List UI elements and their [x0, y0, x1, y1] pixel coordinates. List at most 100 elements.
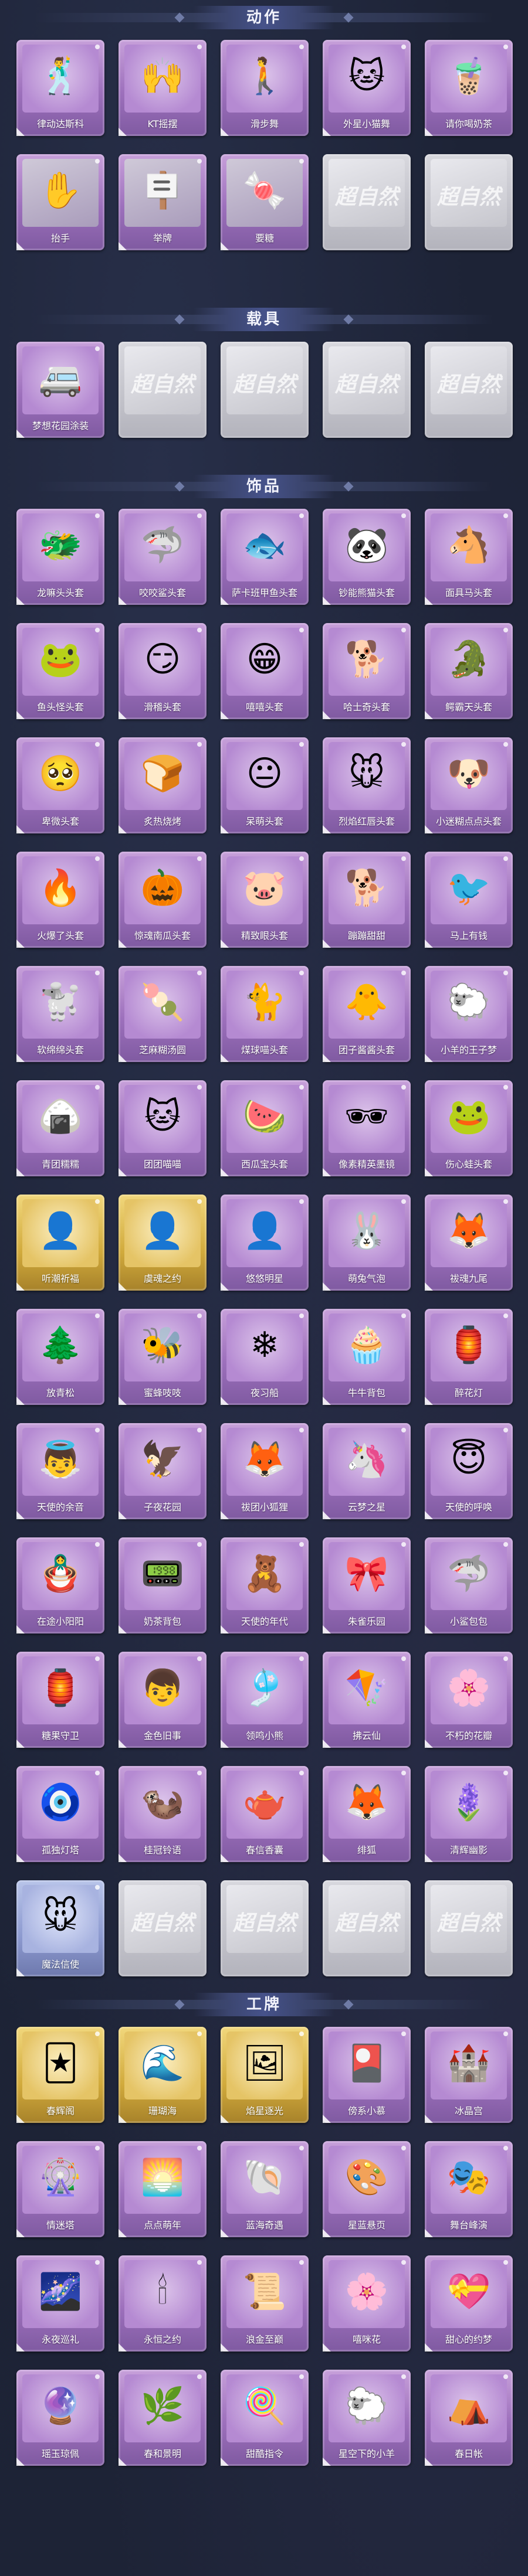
item-card[interactable]: 👤 虞魂之约 [119, 1195, 207, 1291]
item-card[interactable]: 🥺 卑微头套 [16, 737, 104, 833]
item-card[interactable]: ✋ 抬手 [16, 154, 104, 250]
item-card[interactable]: 🐑 小羊的王子梦 [425, 966, 513, 1062]
item-card[interactable]: 😏 滑稽头套 [119, 623, 207, 719]
item-card[interactable]: 🐰 萌兔气泡 [323, 1195, 411, 1291]
item-card[interactable]: 🧁 牛牛背包 [323, 1309, 411, 1405]
item-card[interactable]: 🎐 领鸣小熊 [221, 1652, 309, 1748]
item-card[interactable]: 🧸 天使的年代 [221, 1537, 309, 1634]
item-card[interactable]: 🌌 永夜巡礼 [16, 2255, 104, 2352]
item-card[interactable]: 🎡 情迷塔 [16, 2141, 104, 2237]
item-card[interactable]: 🦊 祓魂九尾 [425, 1195, 513, 1291]
item-card[interactable]: 🚶 滑步舞 [221, 40, 309, 136]
item-card[interactable]: 🎃 惊魂南瓜头套 [119, 852, 207, 948]
item-card[interactable]: 🐥 团子酱酱头套 [323, 966, 411, 1062]
empty-slot-card[interactable]: 超自然 [425, 154, 513, 250]
item-card[interactable]: 🌸 嘻咪花 [323, 2255, 411, 2352]
item-card[interactable]: 🚐 梦想花园涂装 [16, 342, 104, 438]
item-card[interactable]: 🔥 火爆了头套 [16, 852, 104, 948]
item-card[interactable]: 🐲 龙嘛头头套 [16, 509, 104, 605]
item-card[interactable]: 🏮 糖果守卫 [16, 1652, 104, 1748]
item-card[interactable]: 💝 甜心的约梦 [425, 2255, 513, 2352]
empty-slot-card[interactable]: 超自然 [323, 342, 411, 438]
item-card[interactable]: 🦈 咬咬鲨头套 [119, 509, 207, 605]
empty-slot-card[interactable]: 超自然 [323, 1880, 411, 1976]
item-card[interactable]: 🎴 傍系小慕 [323, 2027, 411, 2123]
item-card[interactable]: 😁 嘻嘻头套 [221, 623, 309, 719]
item-card[interactable]: 🐱 团团喵喵 [119, 1080, 207, 1176]
item-card[interactable]: 🐶 小迷糊点点头套 [425, 737, 513, 833]
item-card[interactable]: 🪧 举牌 [119, 154, 207, 250]
item-card[interactable]: 🐱 外星小猫舞 [323, 40, 411, 136]
item-card[interactable]: 🐕 哈士奇头套 [323, 623, 411, 719]
item-card[interactable]: 🐚 蓝海奇遇 [221, 2141, 309, 2237]
empty-slot-card[interactable]: 超自然 [425, 1880, 513, 1976]
item-card[interactable]: 🪆 在途小阳阳 [16, 1537, 104, 1634]
item-card[interactable]: 🎀 朱雀乐园 [323, 1537, 411, 1634]
item-card[interactable]: 🍞 炙热烧烤 [119, 737, 207, 833]
item-card[interactable]: 🐑 星空下的小羊 [323, 2370, 411, 2466]
item-card[interactable]: 🧿 孤独灯塔 [16, 1766, 104, 1862]
item-card[interactable]: 🙌 KT摇摆 [119, 40, 207, 136]
item-card[interactable]: 🐼 钞能熊猫头套 [323, 509, 411, 605]
item-card[interactable]: 🦅 子夜花园 [119, 1423, 207, 1519]
item-card[interactable]: 📟 奶茶背包 [119, 1537, 207, 1634]
item-card[interactable]: 🪁 拂云仙 [323, 1652, 411, 1748]
item-card[interactable]: 🌲 放青松 [16, 1309, 104, 1405]
item-card[interactable]: 🧋 请你喝奶茶 [425, 40, 513, 136]
item-card[interactable]: 🫖 春信香囊 [221, 1766, 309, 1862]
item-card[interactable]: 🐊 鳄霸天头套 [425, 623, 513, 719]
empty-slot-card[interactable]: 超自然 [425, 342, 513, 438]
item-card[interactable]: 🍙 青团糯糯 [16, 1080, 104, 1176]
item-card[interactable]: 🪻 清辉幽影 [425, 1766, 513, 1862]
item-card[interactable]: 🍭 甜酷指令 [221, 2370, 309, 2466]
item-card[interactable]: 🐟 萨卡班甲鱼头套 [221, 509, 309, 605]
item-card[interactable]: 🌅 点点萌年 [119, 2141, 207, 2237]
item-card[interactable]: 🐕 蹦蹦甜甜 [323, 852, 411, 948]
item-card[interactable]: 🐴 面具马头套 [425, 509, 513, 605]
item-card[interactable]: 🐈 煤球喵头套 [221, 966, 309, 1062]
item-card[interactable]: 🍉 西瓜宝头套 [221, 1080, 309, 1176]
empty-slot-card[interactable]: 超自然 [323, 154, 411, 250]
item-card[interactable]: 👦 金色旧事 [119, 1652, 207, 1748]
item-card[interactable]: 🕺 律动达斯科 [16, 40, 104, 136]
item-card[interactable]: ❄ 夜习船 [221, 1309, 309, 1405]
item-card[interactable]: 🐦 马上有钱 [425, 852, 513, 948]
item-card[interactable]: 🐝 蜜蜂吱吱 [119, 1309, 207, 1405]
empty-slot-card[interactable]: 超自然 [119, 1880, 207, 1976]
item-card[interactable]: 😇 天使的呼唤 [425, 1423, 513, 1519]
item-card[interactable]: 👤 听潮祈福 [16, 1195, 104, 1291]
item-card[interactable]: 🦊 祓团小狐狸 [221, 1423, 309, 1519]
empty-slot-card[interactable]: 超自然 [119, 342, 207, 438]
empty-slot-card[interactable]: 超自然 [221, 1880, 309, 1976]
item-card[interactable]: 🃏 春辉阁 [16, 2027, 104, 2123]
item-card[interactable]: 🕯 永恒之约 [119, 2255, 207, 2352]
item-card[interactable]: 🐸 伤心蛙头套 [425, 1080, 513, 1176]
item-card[interactable]: 🍬 要糖 [221, 154, 309, 250]
item-card[interactable]: 🐭 魔法信使 [16, 1880, 104, 1976]
item-card[interactable]: 🐭 烈焰红唇头套 [323, 737, 411, 833]
item-card[interactable]: 🌊 珊瑚海 [119, 2027, 207, 2123]
item-card[interactable]: 🔮 瑶玉琼佩 [16, 2370, 104, 2466]
item-card[interactable]: 📜 浪金至巅 [221, 2255, 309, 2352]
item-card[interactable]: 🏰 冰晶宫 [425, 2027, 513, 2123]
item-card[interactable]: 🐸 鱼头怪头套 [16, 623, 104, 719]
item-card[interactable]: 🦊 绯狐 [323, 1766, 411, 1862]
item-card[interactable]: 🏮 醉花灯 [425, 1309, 513, 1405]
item-card[interactable]: 🍡 芝麻糊汤圆 [119, 966, 207, 1062]
item-card[interactable]: 🦈 小鲨包包 [425, 1537, 513, 1634]
item-card[interactable]: 🐷 精致眼头套 [221, 852, 309, 948]
item-card[interactable]: ⛺ 春日帐 [425, 2370, 513, 2466]
item-card[interactable]: 🦄 云梦之星 [323, 1423, 411, 1519]
item-card[interactable]: 🌸 不朽的花瓣 [425, 1652, 513, 1748]
item-card[interactable]: 🐩 软绵绵头套 [16, 966, 104, 1062]
item-card[interactable]: 🎭 舞台峰演 [425, 2141, 513, 2237]
item-card[interactable]: 🖼 焰星逐光 [221, 2027, 309, 2123]
item-card[interactable]: 👼 天使的余音 [16, 1423, 104, 1519]
item-card[interactable]: 🦦 桂冠铃语 [119, 1766, 207, 1862]
item-card[interactable]: 😐 呆萌头套 [221, 737, 309, 833]
item-card[interactable]: 👤 悠悠明星 [221, 1195, 309, 1291]
item-card[interactable]: 🕶 像素精英墨镜 [323, 1080, 411, 1176]
empty-slot-card[interactable]: 超自然 [221, 342, 309, 438]
item-card[interactable]: 🌿 春和景明 [119, 2370, 207, 2466]
item-card[interactable]: 🎨 星蓝悬页 [323, 2141, 411, 2237]
